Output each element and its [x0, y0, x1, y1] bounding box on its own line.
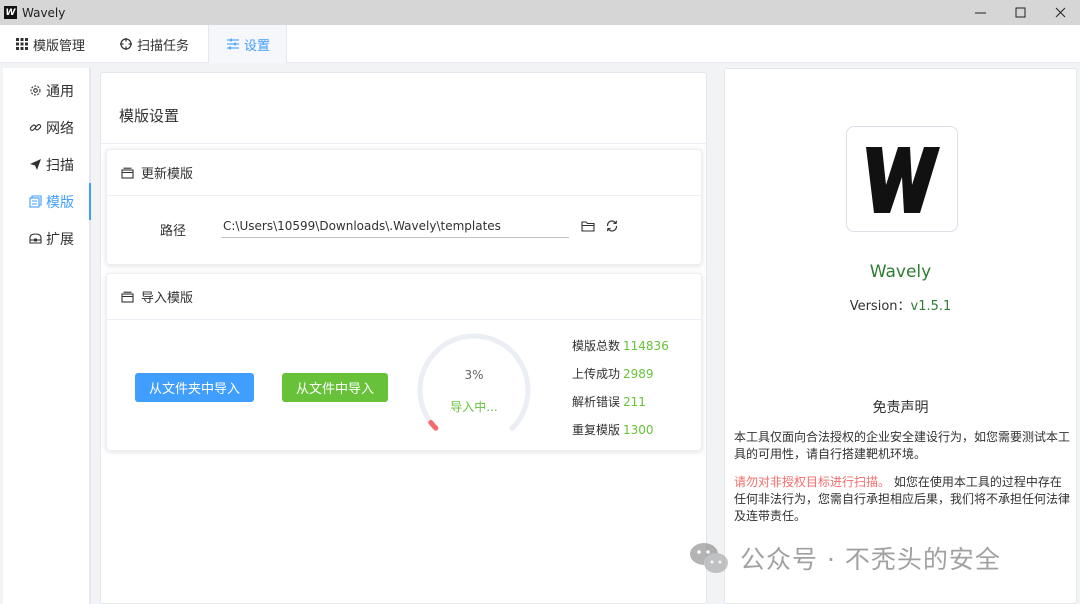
version-value: v1.5.1: [910, 299, 952, 314]
about-panel: Wavely Version：v1.5.1 免责声明 本工具仅面向合法授权的企业…: [724, 68, 1077, 604]
sliders-icon: [227, 38, 240, 50]
import-from-folder-button[interactable]: 从文件夹中导入: [135, 373, 254, 402]
tab-label: 设置: [244, 38, 271, 54]
folder-icon: [581, 221, 595, 232]
template-icon: [29, 195, 42, 208]
minimize-button[interactable]: [960, 0, 1000, 25]
window-controls: [960, 0, 1080, 25]
stat-value: 1300: [623, 423, 654, 437]
stat-label: 模版总数: [572, 339, 621, 353]
browse-folder-button[interactable]: [581, 219, 595, 233]
sidebar-item-label: 模版: [46, 194, 74, 211]
stat-value: 114836: [623, 339, 669, 353]
close-button[interactable]: [1040, 0, 1080, 25]
sidebar-item-network[interactable]: 网络: [3, 109, 89, 146]
sidebar-item-scan[interactable]: 扫描: [3, 146, 89, 183]
watermark-text: 公众号 · 不秃头的安全: [740, 545, 1001, 574]
stat-label: 上传成功: [572, 367, 621, 381]
import-stats: 模版总数 114836 上传成功 2989 解析错误 211 重复模版 1300: [572, 337, 669, 449]
import-template-card: 导入模版 从文件夹中导入 从文件中导入 3% 导入中... 模版总数 114836…: [106, 273, 702, 451]
stat-duplicates: 重复模版 1300: [572, 421, 669, 449]
tab-settings[interactable]: 设置: [208, 25, 288, 63]
import-from-file-button[interactable]: 从文件中导入: [282, 373, 388, 402]
wavely-logo-icon: [866, 147, 940, 213]
disclaimer-paragraph: 本工具仅面向合法授权的企业安全建设行为，如您需要测试本工具的可用性，请自行搭建靶…: [734, 430, 1071, 461]
sidebar-item-label: 网络: [46, 120, 74, 137]
wechat-icon: [690, 543, 728, 573]
tab-template-management[interactable]: 模版管理: [0, 25, 101, 63]
maximize-button[interactable]: [1000, 0, 1040, 25]
folder-card-icon: [121, 290, 134, 303]
page-title: 模版设置: [119, 107, 180, 125]
disclaimer-title: 免责声明: [872, 400, 929, 416]
app-name: Wavely: [869, 262, 932, 282]
sidebar-item-template[interactable]: 模版: [3, 183, 91, 220]
card-title: 更新模版: [141, 167, 194, 182]
card-header: 导入模版: [107, 274, 701, 320]
sidebar-item-label: 扫描: [46, 157, 74, 174]
progress-track: [417, 333, 531, 447]
wechat-watermark: 公众号 · 不秃头的安全: [688, 540, 1001, 576]
version-label: Version：: [849, 299, 911, 314]
stat-uploaded: 上传成功 2989: [572, 365, 669, 393]
progress-fill: [417, 333, 531, 447]
app-logo-icon: W: [4, 6, 17, 19]
settings-sidebar: 通用 网络 扫描 模版 扩展: [3, 68, 91, 604]
minimize-icon: [974, 12, 986, 14]
folder-card-icon: [121, 166, 134, 179]
extension-icon: [29, 232, 42, 245]
disclaimer-paragraph: 请勿对非授权目标进行扫描。 如您在使用本工具的过程中存在任何非法行为，您需自行承…: [734, 474, 1070, 525]
tab-scan-tasks[interactable]: 扫描任务: [101, 25, 208, 63]
target-icon: [120, 38, 133, 50]
window-title: Wavely: [22, 5, 66, 20]
refresh-button[interactable]: [605, 219, 619, 233]
disclaimer-warning: 请勿对非授权目标进行扫描。: [734, 475, 891, 489]
path-input[interactable]: [221, 214, 569, 238]
sidebar-item-label: 扩展: [46, 231, 74, 248]
title-bar: W Wavely: [0, 0, 1080, 25]
sidebar-item-general[interactable]: 通用: [3, 72, 89, 109]
send-icon: [29, 158, 42, 171]
sidebar-item-label: 通用: [46, 83, 74, 100]
stat-label: 解析错误: [572, 395, 621, 409]
gear-icon: [29, 84, 42, 97]
stat-label: 重复模版: [572, 423, 621, 437]
stat-parse-errors: 解析错误 211: [572, 393, 669, 421]
card-header: 更新模版: [107, 150, 701, 196]
tab-label: 扫描任务: [137, 38, 190, 54]
refresh-icon: [606, 220, 618, 232]
stat-value: 2989: [623, 367, 654, 381]
top-tab-bar: 模版管理 扫描任务 设置: [0, 25, 1080, 63]
progress-percent: 3%: [464, 368, 484, 382]
divider: [101, 143, 706, 144]
tab-label: 模版管理: [33, 38, 86, 54]
sidebar-item-extension[interactable]: 扩展: [3, 220, 89, 257]
card-title: 导入模版: [141, 291, 194, 306]
close-icon: [1055, 7, 1065, 18]
template-settings-panel: 模版设置 更新模版 路径 导入模版 从文件夹中导入 从文件中导入: [100, 72, 707, 604]
progress-status: 导入中...: [450, 400, 498, 414]
import-progress-ring: [417, 333, 531, 447]
link-icon: [29, 121, 42, 134]
stat-value: 211: [623, 395, 646, 409]
grid-icon: [16, 38, 28, 50]
path-label: 路径: [160, 224, 187, 239]
app-logo: [846, 126, 958, 232]
maximize-icon: [1015, 7, 1025, 18]
update-template-card: 更新模版 路径: [106, 149, 702, 265]
stat-total: 模版总数 114836: [572, 337, 669, 365]
version-info: Version：v1.5.1: [725, 295, 1076, 314]
